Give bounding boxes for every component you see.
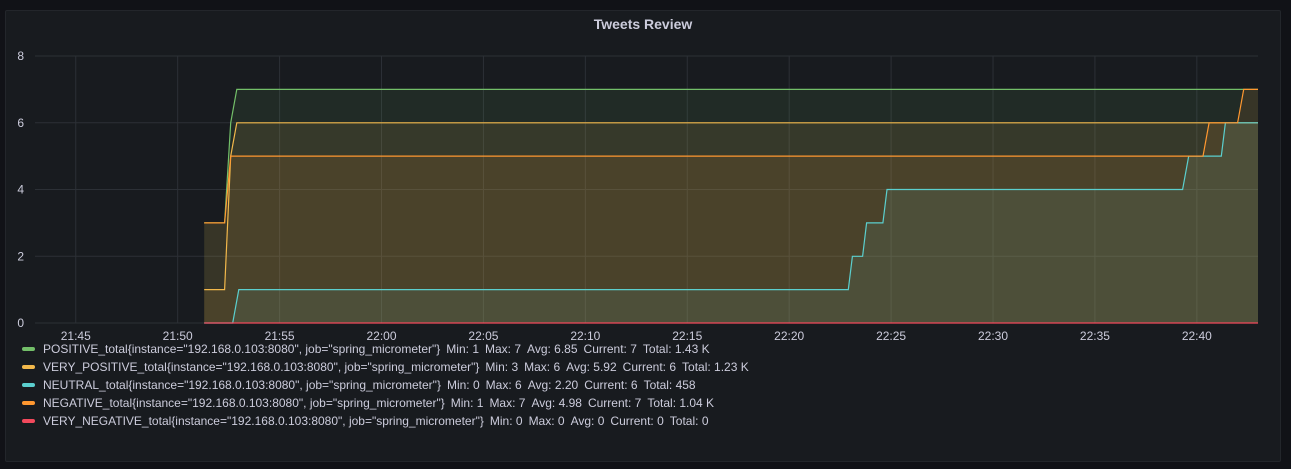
legend-swatch[interactable]: [22, 347, 35, 351]
legend-stat-avg: Avg: 0: [570, 414, 605, 428]
legend-item[interactable]: NEGATIVE_total{instance="192.168.0.103:8…: [22, 394, 749, 412]
legend-stat-total: Total: 1.43 K: [642, 342, 710, 356]
legend-series-name[interactable]: VERY_POSITIVE_total{instance="192.168.0.…: [43, 358, 479, 376]
legend-stat-max: Max: 0: [528, 414, 565, 428]
legend-stat-current: Current: 6: [584, 378, 638, 392]
y-tick-label: 4: [17, 183, 24, 197]
legend-stat-min: Min: 1: [450, 396, 484, 410]
legend-series-name[interactable]: VERY_NEGATIVE_total{instance="192.168.0.…: [43, 412, 484, 430]
legend-stat-current: Current: 0: [610, 414, 664, 428]
legend-stat-total: Total: 458: [643, 378, 696, 392]
y-axis: 0 2 4 6 8: [17, 49, 24, 330]
legend-series-name[interactable]: POSITIVE_total{instance="192.168.0.103:8…: [43, 340, 440, 358]
legend-item[interactable]: POSITIVE_total{instance="192.168.0.103:8…: [22, 340, 749, 358]
x-tick-label: 22:25: [876, 329, 906, 343]
legend-stat-max: Max: 7: [489, 396, 526, 410]
legend-stat-total: Total: 0: [669, 414, 709, 428]
series-fills: [204, 89, 1259, 324]
legend-item[interactable]: VERY_NEGATIVE_total{instance="192.168.0.…: [22, 412, 749, 430]
legend-stat-min: Min: 0: [446, 378, 480, 392]
legend-stat-avg: Avg: 4.98: [531, 396, 582, 410]
legend-stat-current: Current: 7: [583, 342, 637, 356]
y-tick-label: 6: [17, 116, 24, 130]
x-tick-label: 22:30: [978, 329, 1008, 343]
legend-series-name[interactable]: NEGATIVE_total{instance="192.168.0.103:8…: [43, 394, 445, 412]
legend-stat-avg: Avg: 6.85: [527, 342, 578, 356]
legend-stat-total: Total: 1.04 K: [647, 396, 715, 410]
legend-stat-min: Min: 3: [485, 360, 519, 374]
legend-item[interactable]: NEUTRAL_total{instance="192.168.0.103:80…: [22, 376, 749, 394]
x-tick-label: 22:40: [1182, 329, 1212, 343]
legend-item[interactable]: VERY_POSITIVE_total{instance="192.168.0.…: [22, 358, 749, 376]
legend-swatch[interactable]: [22, 383, 35, 387]
legend-stat-max: Max: 6: [485, 378, 522, 392]
legend-stat-total: Total: 1.23 K: [682, 360, 749, 374]
y-tick-label: 0: [17, 316, 24, 330]
legend-stat-avg: Avg: 2.20: [527, 378, 579, 392]
y-tick-label: 2: [17, 249, 24, 263]
legend-stat-current: Current: 7: [587, 396, 642, 410]
legend-swatch[interactable]: [22, 419, 35, 423]
legend-stat-current: Current: 6: [622, 360, 677, 374]
legend-stat-max: Max: 7: [485, 342, 522, 356]
legend-swatch[interactable]: [22, 401, 35, 405]
legend: POSITIVE_total{instance="192.168.0.103:8…: [22, 340, 749, 430]
legend-series-name[interactable]: NEUTRAL_total{instance="192.168.0.103:80…: [43, 376, 441, 394]
legend-stat-min: Min: 0: [489, 414, 523, 428]
legend-stat-avg: Avg: 5.92: [566, 360, 617, 374]
y-tick-label: 8: [17, 49, 24, 63]
legend-stat-min: Min: 1: [446, 342, 479, 356]
legend-swatch[interactable]: [22, 365, 35, 369]
x-tick-label: 22:20: [774, 329, 804, 343]
x-tick-label: 22:35: [1080, 329, 1110, 343]
legend-stat-max: Max: 6: [524, 360, 561, 374]
